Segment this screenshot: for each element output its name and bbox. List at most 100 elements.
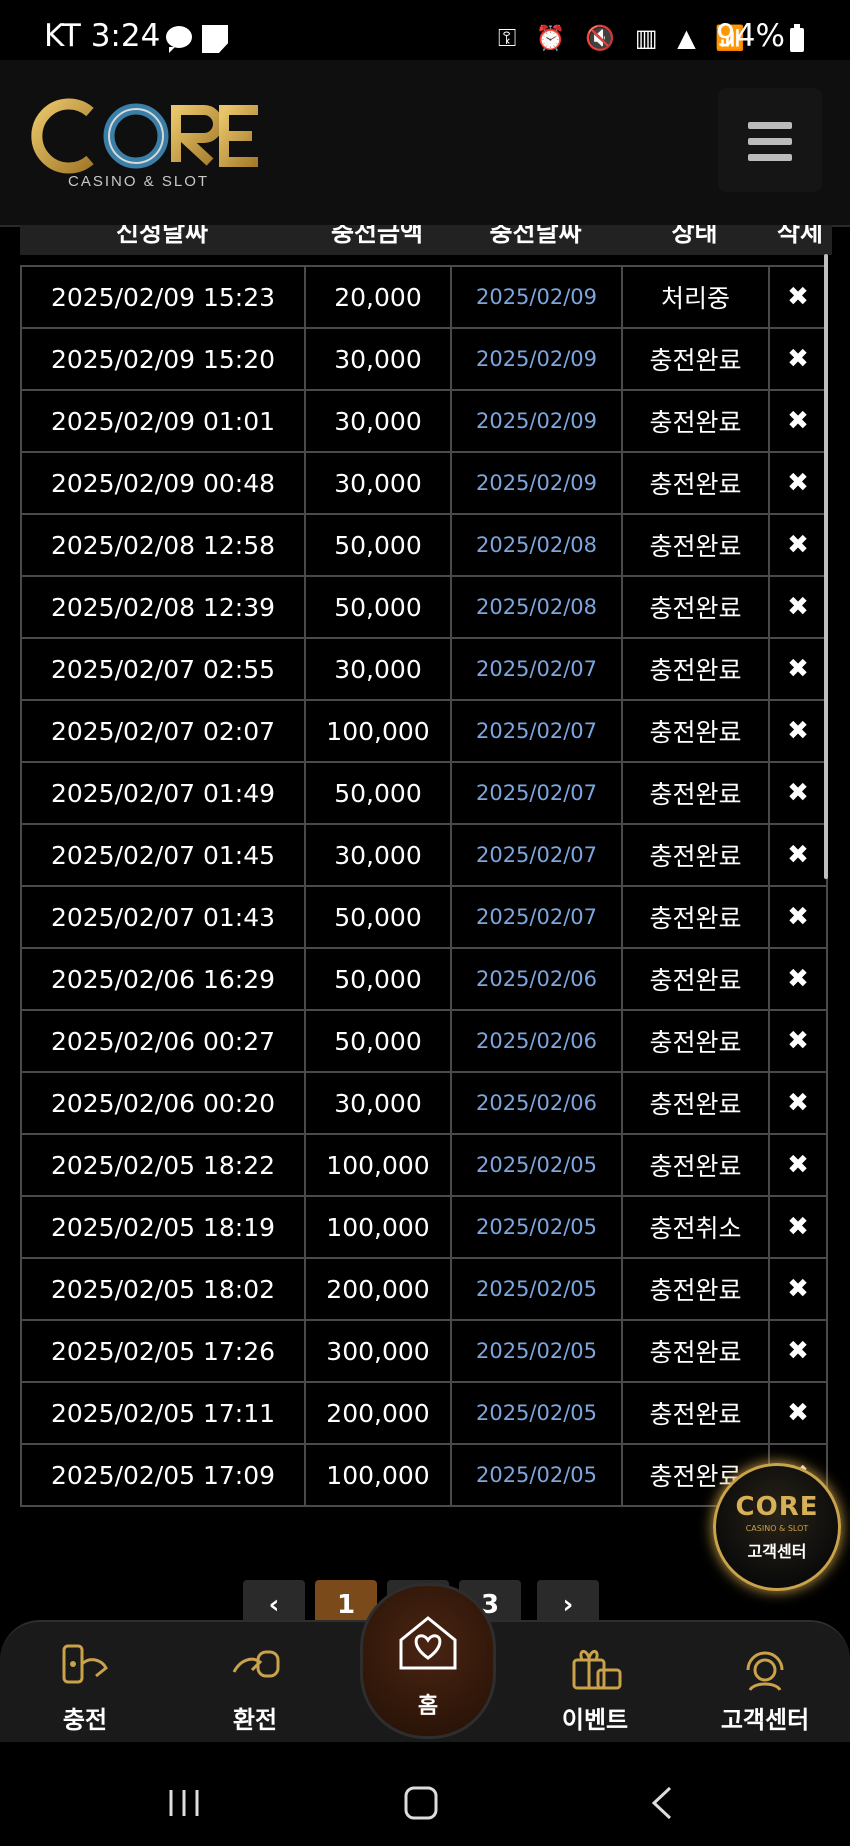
delete-icon[interactable]: ✖ (768, 389, 828, 453)
status-cell: 충전완료 (621, 575, 770, 639)
status-cell: 충전완료 (621, 327, 770, 391)
amount-cell: 20,000 (304, 265, 452, 329)
table-row: 2025/02/09 15:20 30,000 2025/02/09 충전완료 ✖ (20, 327, 828, 391)
nav-exchange-label: 환전 (232, 1706, 278, 1734)
delete-icon[interactable]: ✖ (768, 1257, 828, 1321)
table-row: 2025/02/05 18:19 100,000 2025/02/05 충전취소 ✖ (20, 1195, 828, 1259)
hamburger-menu-button[interactable] (718, 88, 822, 192)
status-cell: 충전완료 (621, 389, 770, 453)
home-icon (399, 1616, 457, 1670)
delete-icon[interactable]: ✖ (768, 823, 828, 887)
status-cell: 충전완료 (621, 451, 770, 515)
table-row: 2025/02/07 01:45 30,000 2025/02/07 충전완료 ✖ (20, 823, 828, 887)
table-row: 2025/02/06 16:29 50,000 2025/02/06 충전완료 ✖ (20, 947, 828, 1011)
status-cell: 충전완료 (621, 947, 770, 1011)
amount-cell: 100,000 (304, 699, 452, 763)
status-cell: 처리중 (621, 265, 770, 329)
amount-cell: 100,000 (304, 1133, 452, 1197)
delete-icon[interactable]: ✖ (768, 513, 828, 577)
delete-icon[interactable]: ✖ (768, 761, 828, 825)
table-row: 2025/02/09 00:48 30,000 2025/02/09 충전완료 ✖ (20, 451, 828, 515)
delete-icon[interactable]: ✖ (768, 575, 828, 639)
amount-cell: 100,000 (304, 1195, 452, 1259)
request-date-cell: 2025/02/06 00:27 (20, 1009, 306, 1073)
customer-center-float-button[interactable]: CORE CASINO & SLOT 고객센터 (713, 1463, 841, 1591)
request-date-cell: 2025/02/07 01:45 (20, 823, 306, 887)
status-cell: 충전완료 (621, 1257, 770, 1321)
amount-cell: 100,000 (304, 1443, 452, 1507)
system-nav-icons (169, 1786, 672, 1820)
nav-home-button[interactable]: 홈 (360, 1583, 496, 1739)
recents-icon (169, 1790, 199, 1816)
nav-home-label: 홈 (417, 1694, 439, 1719)
table-row: 2025/02/07 02:55 30,000 2025/02/07 충전완료 ✖ (20, 637, 828, 701)
header-request-date: 신청날짜 (115, 225, 208, 247)
amount-cell: 30,000 (304, 451, 452, 515)
charge-date-cell: 2025/02/05 (450, 1257, 623, 1321)
request-date-cell: 2025/02/08 12:39 (20, 575, 306, 639)
charge-date-cell: 2025/02/09 (450, 389, 623, 453)
amount-cell: 30,000 (304, 389, 452, 453)
amount-cell: 50,000 (304, 885, 452, 949)
amount-cell: 50,000 (304, 575, 452, 639)
delete-icon[interactable]: ✖ (768, 1009, 828, 1073)
charge-date-cell: 2025/02/06 (450, 1009, 623, 1073)
delete-icon[interactable]: ✖ (768, 1195, 828, 1259)
battery-icon (790, 24, 804, 52)
delete-icon[interactable]: ✖ (768, 265, 828, 329)
badge-logo-subtitle: CASINO & SLOT (745, 1524, 809, 1533)
amount-cell: 200,000 (304, 1381, 452, 1445)
request-date-cell: 2025/02/07 02:07 (20, 699, 306, 763)
charge-date-cell: 2025/02/08 (450, 513, 623, 577)
menu-icon-bar (748, 154, 792, 161)
status-cell: 충전완료 (621, 1009, 770, 1073)
delete-icon[interactable]: ✖ (768, 327, 828, 391)
table-row: 2025/02/05 17:09100,0002025/02/05충전완료✖ (20, 1443, 828, 1507)
request-date-cell: 2025/02/05 17:26 (20, 1319, 306, 1383)
charge-date-cell: 2025/02/07 (450, 823, 623, 887)
charge-date-cell: 2025/02/09 (450, 327, 623, 391)
charge-date-cell: 2025/02/05 (450, 1319, 623, 1383)
request-date-cell: 2025/02/06 16:29 (20, 947, 306, 1011)
request-date-cell: 2025/02/09 15:23 (20, 265, 306, 329)
nav-support[interactable]: 고객센터 (705, 1622, 825, 1744)
delete-icon[interactable]: ✖ (768, 637, 828, 701)
table-row: 2025/02/09 01:01 30,000 2025/02/09 충전완료 ✖ (20, 389, 828, 453)
site-header: CASINO & SLOT (0, 60, 850, 227)
amount-cell: 200,000 (304, 1257, 452, 1321)
amount-cell: 50,000 (304, 947, 452, 1011)
delete-icon[interactable]: ✖ (768, 1319, 828, 1383)
request-date-cell: 2025/02/05 17:09 (20, 1443, 306, 1507)
header-delete: 삭제 (776, 225, 823, 247)
delete-icon[interactable]: ✖ (768, 451, 828, 515)
table-row: 2025/02/07 01:43 50,000 2025/02/07 충전완료 ✖ (20, 885, 828, 949)
nav-event[interactable]: 이벤트 (535, 1622, 655, 1744)
charge-date-cell: 2025/02/05 (450, 1443, 623, 1507)
delete-icon[interactable]: ✖ (768, 1381, 828, 1445)
amount-cell: 50,000 (304, 761, 452, 825)
scrollbar[interactable] (824, 254, 828, 879)
core-logo[interactable]: CASINO & SLOT (28, 90, 278, 190)
charge-date-cell: 2025/02/07 (450, 637, 623, 701)
delete-icon[interactable]: ✖ (768, 1133, 828, 1197)
delete-icon[interactable]: ✖ (768, 1071, 828, 1135)
delete-icon[interactable]: ✖ (768, 699, 828, 763)
request-date-cell: 2025/02/09 15:20 (20, 327, 306, 391)
table-row: 2025/02/08 12:58 50,000 2025/02/08 충전완료 ✖ (20, 513, 828, 577)
header-amount: 충전금액 (330, 225, 423, 247)
nav-charge-label: 충전 (62, 1706, 108, 1734)
status-cell: 충전완료 (621, 513, 770, 577)
delete-icon[interactable]: ✖ (768, 885, 828, 949)
nav-support-label: 고객센터 (720, 1706, 810, 1734)
amount-cell: 50,000 (304, 1009, 452, 1073)
nav-exchange[interactable]: 환전 (195, 1622, 315, 1744)
table-row: 2025/02/05 17:11 200,000 2025/02/05 충전완료 ✖ (20, 1381, 828, 1445)
home-nav-icon (404, 1786, 438, 1820)
charge-date-cell: 2025/02/07 (450, 761, 623, 825)
delete-icon[interactable]: ✖ (768, 947, 828, 1011)
nav-charge[interactable]: 충전 (25, 1622, 145, 1744)
badge-logo: CORE (735, 1492, 819, 1522)
request-date-cell: 2025/02/09 00:48 (20, 451, 306, 515)
history-table-body: 2025/02/09 15:23 20,000 2025/02/09 처리중 ✖ 2025… (20, 265, 828, 1507)
logo-subtitle: CASINO & SLOT (68, 173, 209, 190)
